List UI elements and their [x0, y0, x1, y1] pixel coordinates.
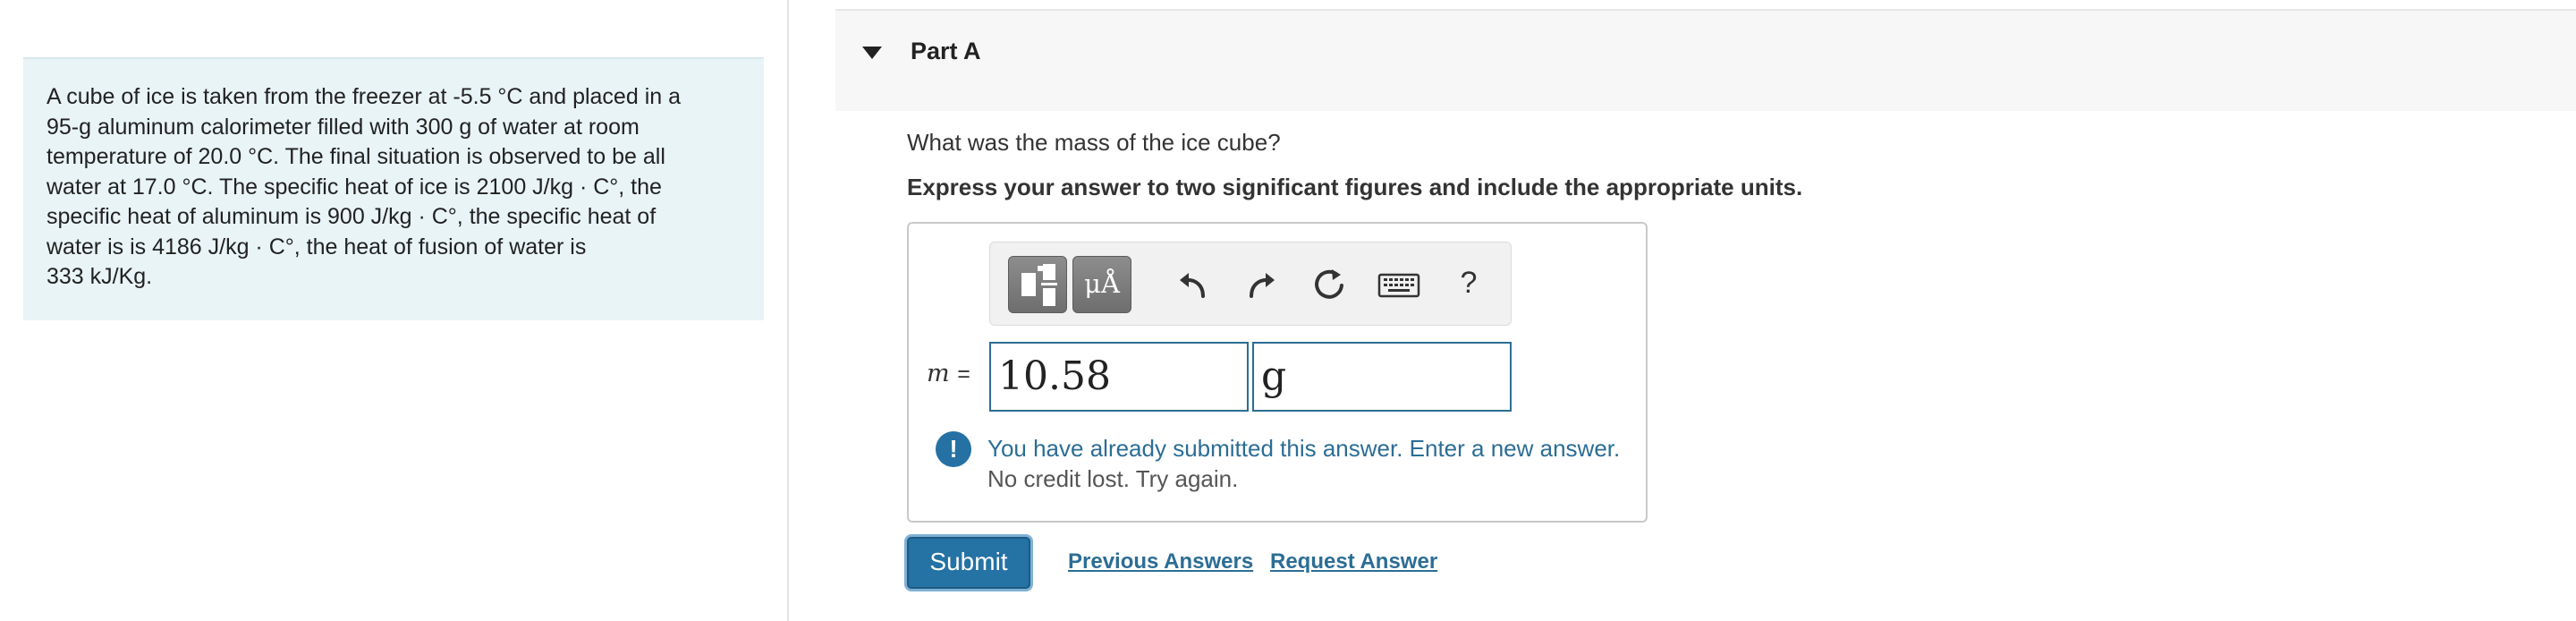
exclamation-icon: ! — [936, 431, 971, 467]
templates-button[interactable] — [1008, 256, 1067, 313]
submit-button[interactable]: Submit — [907, 537, 1030, 589]
feedback-detail: No credit lost. Try again. — [987, 465, 1239, 492]
undo-icon[interactable] — [1173, 264, 1214, 305]
math-toolbar: μÅ ? — [989, 242, 1512, 326]
units-input[interactable]: g — [1252, 342, 1512, 412]
caret-down-icon[interactable] — [862, 47, 882, 59]
problem-line: 333 kJ/Kg. — [47, 264, 153, 289]
value-input[interactable]: 10.58 — [989, 342, 1249, 412]
reset-icon[interactable] — [1309, 264, 1350, 305]
problem-statement: A cube of ice is taken from the freezer … — [23, 57, 764, 320]
help-button[interactable]: ? — [1455, 260, 1482, 305]
keyboard-icon[interactable] — [1377, 268, 1421, 303]
equals-sign: = — [957, 362, 970, 387]
feedback-message: You have already submitted this answer. … — [987, 435, 1621, 462]
problem-line: 95-g aluminum calorimeter filled with 30… — [47, 114, 640, 140]
instruction-text: Express your answer to two significant f… — [907, 174, 1803, 200]
answer-panel: μÅ ? m = 10.58 g ! You have already subm… — [907, 222, 1648, 523]
problem-line: water is is 4186 J/kg · C°, the heat of … — [47, 234, 587, 259]
question-text: What was the mass of the ice cube? — [907, 129, 1281, 156]
problem-line: specific heat of aluminum is 900 J/kg · … — [47, 204, 657, 229]
problem-line: water at 17.0 °C. The specific heat of i… — [47, 174, 662, 200]
part-title: Part A — [911, 38, 981, 64]
column-divider — [787, 0, 789, 621]
previous-answers-link[interactable]: Previous Answers — [1068, 549, 1253, 574]
part-header[interactable]: Part A — [835, 9, 2576, 111]
units-button[interactable]: μÅ — [1072, 256, 1131, 313]
problem-line: A cube of ice is taken from the freezer … — [47, 84, 681, 109]
request-answer-link[interactable]: Request Answer — [1270, 549, 1437, 574]
problem-line: temperature of 20.0 °C. The final situat… — [47, 144, 665, 169]
variable-label: m = — [927, 360, 970, 387]
variable-symbol: m — [927, 360, 950, 387]
redo-icon[interactable] — [1241, 264, 1282, 305]
